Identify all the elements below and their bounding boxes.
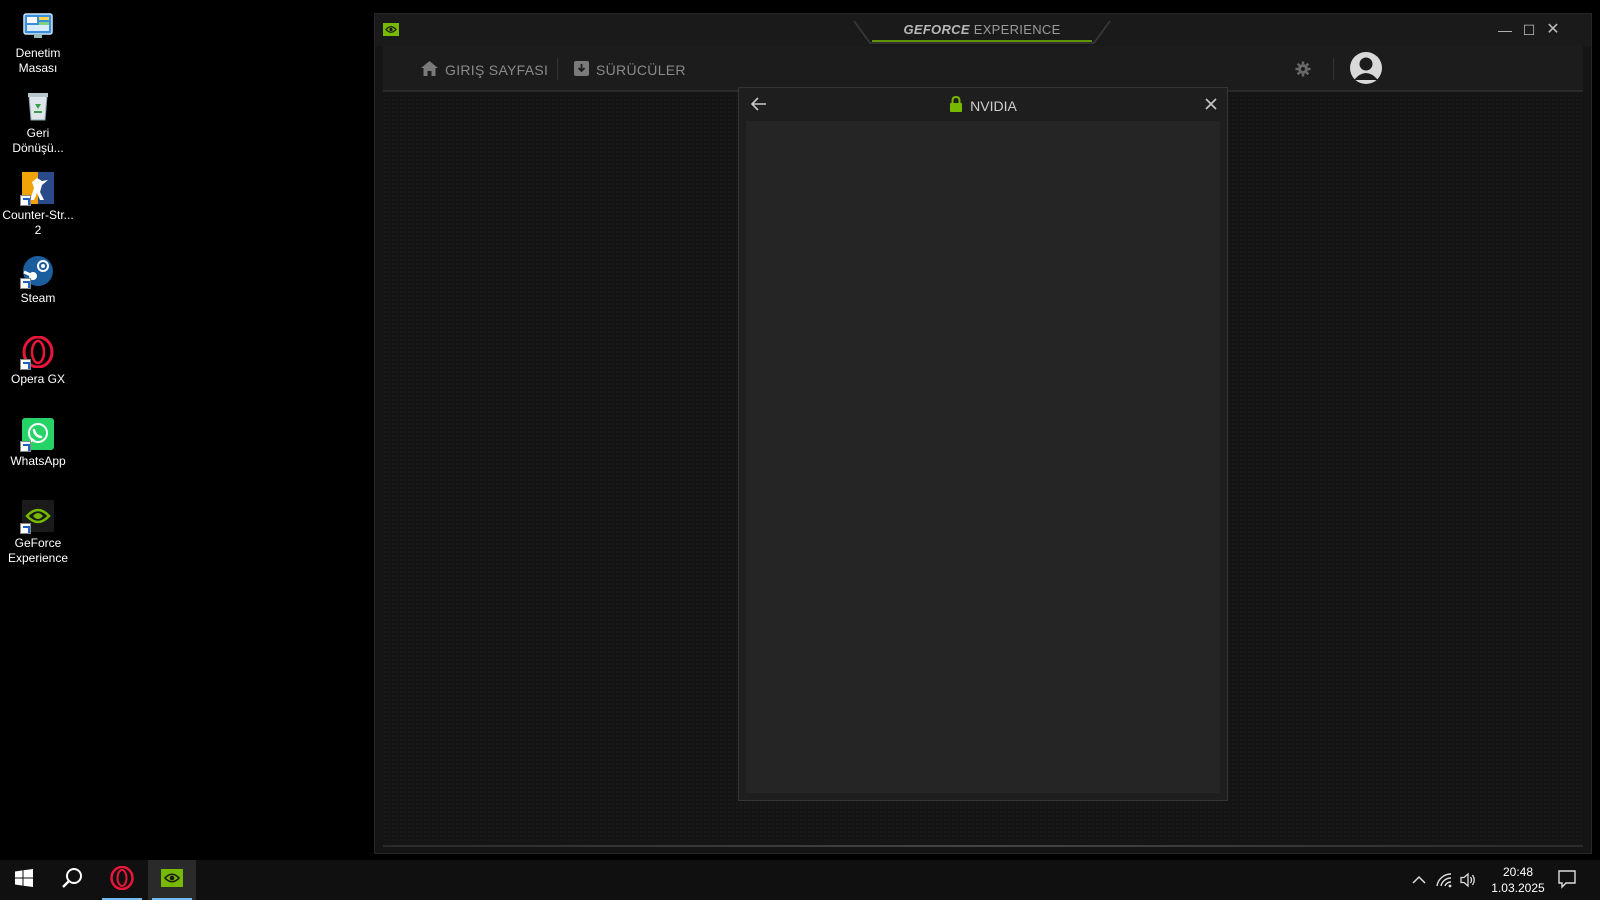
opera-gx-icon: [110, 865, 134, 895]
clock-date: 1.03.2025: [1491, 881, 1545, 895]
gear-icon: [1295, 61, 1311, 80]
desktop-icon-steam[interactable]: Steam: [0, 255, 76, 306]
desktop-icon-counter-strike[interactable]: Counter-Str... 2: [0, 172, 76, 238]
desktop-icon-label: Counter-Str... 2: [2, 208, 74, 237]
nvidia-logo-icon: [161, 868, 183, 892]
geforce-experience-icon: [20, 500, 54, 534]
maximize-button[interactable]: ☐: [1519, 20, 1539, 40]
start-button[interactable]: [0, 860, 48, 900]
taskbar: 20:48 1.03.2025: [0, 860, 1600, 900]
desktop-icon-geforce-experience[interactable]: GeForce Experience: [0, 500, 76, 566]
desktop-icon-whatsapp[interactable]: WhatsApp: [0, 418, 76, 469]
dialog-header: NVIDIA: [739, 88, 1227, 121]
search-button[interactable]: [48, 860, 96, 900]
nav-home-label: GIRIŞ SAYFASI: [445, 62, 549, 78]
desktop-icon-control-panel[interactable]: Denetim Masası: [0, 10, 76, 76]
opera-gx-icon: [20, 335, 54, 370]
nav-drivers-label: SÜRÜCÜLER: [596, 62, 686, 78]
taskbar-geforce-experience[interactable]: [148, 860, 196, 900]
settings-button[interactable]: [1295, 60, 1311, 80]
desktop-icon-label: Steam: [20, 291, 56, 305]
counter-strike-icon: [20, 172, 54, 206]
notification-center-button[interactable]: [1557, 869, 1577, 889]
desktop-icon-label: GeForce Experience: [7, 536, 69, 565]
dialog-body: [746, 121, 1220, 793]
nvidia-login-dialog: NVIDIA: [738, 87, 1228, 801]
user-avatar-button[interactable]: [1349, 51, 1383, 88]
recycle-bin-icon: [22, 90, 54, 122]
avatar-icon: [1349, 51, 1383, 88]
bottom-divider: [383, 845, 1583, 847]
whatsapp-icon: [20, 418, 54, 452]
taskbar-clock[interactable]: 20:48 1.03.2025: [1488, 864, 1548, 896]
desktop-icon-label: WhatsApp: [10, 454, 66, 468]
show-hidden-icons-button[interactable]: [1409, 870, 1429, 890]
minimize-button[interactable]: —: [1495, 20, 1515, 40]
desktop-icon-label: Denetim Masası: [15, 46, 61, 75]
drivers-icon: [574, 61, 589, 79]
clock-time: 20:48: [1502, 865, 1534, 879]
nav-divider: [1333, 58, 1334, 80]
close-icon[interactable]: [1201, 94, 1221, 114]
nav-divider: [557, 58, 558, 80]
dialog-title: NVIDIA: [739, 95, 1227, 115]
lock-icon: [949, 95, 963, 115]
dialog-title-text: NVIDIA: [970, 97, 1017, 114]
desktop-icon-label: Geri Dönüşü...: [12, 126, 64, 155]
windows-icon: [15, 868, 33, 892]
taskbar-opera-gx[interactable]: [98, 860, 146, 900]
desktop-icon-recycle-bin[interactable]: Geri Dönüşü...: [0, 90, 76, 156]
nav-bar: GIRIŞ SAYFASI SÜRÜCÜLER: [383, 46, 1583, 92]
nav-home[interactable]: GIRIŞ SAYFASI: [421, 60, 548, 80]
brand-title: GEFORCE EXPERIENCE: [903, 22, 1061, 37]
volume-icon[interactable]: [1458, 870, 1478, 890]
desktop-icon-opera-gx[interactable]: Opera GX: [0, 335, 76, 387]
steam-icon: [20, 255, 54, 289]
search-icon: [61, 867, 83, 894]
title-bar[interactable]: GEFORCE EXPERIENCE — ☐ ✕: [375, 14, 1591, 46]
desktop-icon-label: Opera GX: [10, 372, 66, 386]
nav-drivers[interactable]: SÜRÜCÜLER: [574, 60, 686, 80]
control-panel-icon: [22, 10, 54, 42]
nvidia-logo-icon: [383, 23, 399, 36]
network-icon[interactable]: [1434, 870, 1454, 890]
home-icon: [421, 61, 438, 79]
close-button[interactable]: ✕: [1543, 20, 1563, 40]
brand-header: GEFORCE EXPERIENCE: [852, 19, 1112, 47]
